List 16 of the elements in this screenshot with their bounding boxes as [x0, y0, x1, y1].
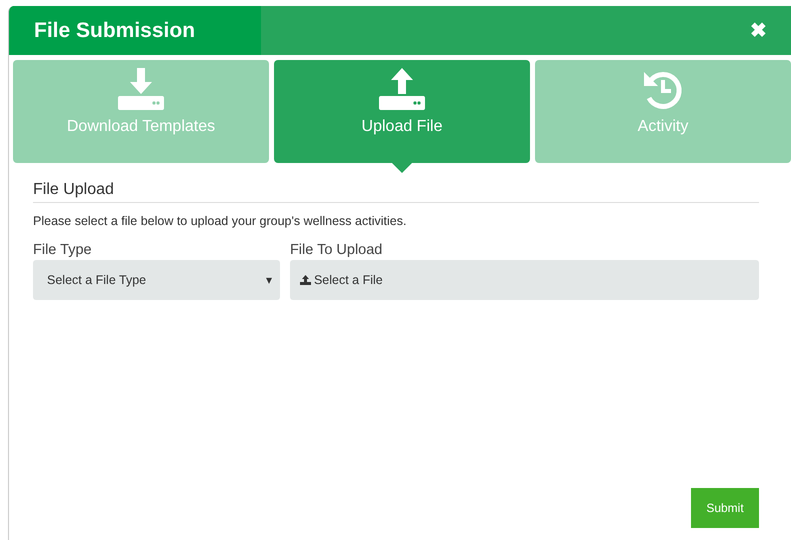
- section-title: File Upload: [33, 181, 759, 203]
- file-select-button[interactable]: Select a File: [290, 260, 759, 300]
- window-title: File Submission: [9, 6, 261, 55]
- file-type-select[interactable]: Select a File Type ▾: [33, 260, 280, 300]
- upload-icon: [379, 68, 425, 112]
- download-icon: [118, 68, 164, 112]
- tab[interactable]: Upload File: [274, 60, 530, 163]
- field-label: File Type: [33, 242, 93, 258]
- upload-icon: [300, 275, 311, 285]
- description: Please select a file below to upload your group's wellness activities.: [33, 214, 408, 228]
- submit-button[interactable]: Submit: [691, 488, 759, 528]
- tab[interactable]: Download Templates: [13, 60, 269, 163]
- tab[interactable]: Activity: [535, 60, 791, 163]
- close-button[interactable]: ✖: [750, 18, 767, 43]
- tab-pointer-icon: [392, 163, 412, 173]
- field-label: File To Upload: [290, 242, 384, 258]
